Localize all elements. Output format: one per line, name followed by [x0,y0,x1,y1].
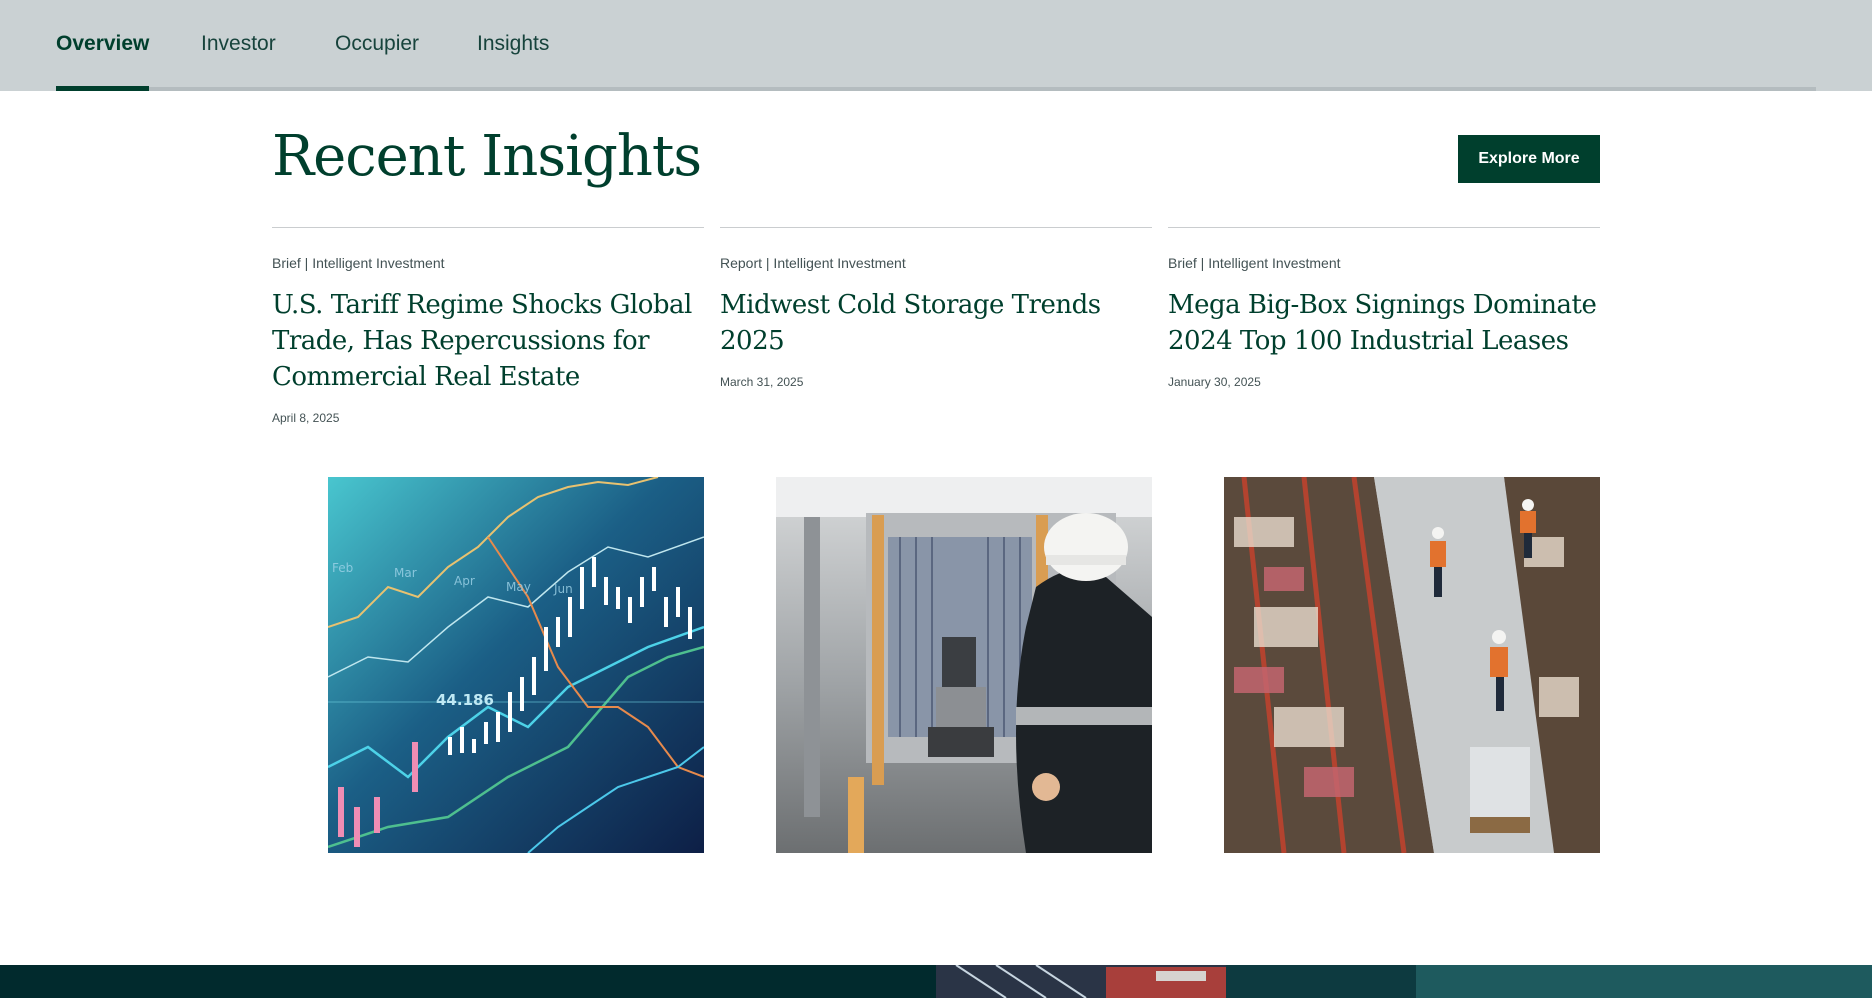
chart-value-label: 44.186 [436,691,494,709]
card-date: January 30, 2025 [1168,375,1261,389]
chart-month-label: Jun [553,582,573,596]
card-category: Report | Intelligent Investment [720,255,906,271]
insight-card: Brief | Intelligent Investment U.S. Tari… [272,227,704,425]
chart-month-label: May [506,580,531,594]
explore-more-button[interactable]: Explore More [1458,135,1600,183]
card-date: March 31, 2025 [720,375,804,389]
tab-insights[interactable]: Insights [477,32,549,56]
shipping-port-image [936,965,1872,998]
section-tab-bar: Overview Investor Occupier Insights [0,0,1872,91]
card-headline-link[interactable]: Mega Big-Box Signings Dominate 2024 Top … [1168,287,1600,359]
card-divider [1168,227,1600,228]
financial-chart-image[interactable]: Feb Mar Apr May Jun 44.186 [328,477,704,853]
chart-month-label: Apr [454,574,475,588]
active-tab-indicator [56,86,150,91]
tab-investor[interactable]: Investor [201,32,276,56]
card-category: Brief | Intelligent Investment [272,255,445,271]
card-divider [720,227,1152,228]
tab-occupier[interactable]: Occupier [335,32,419,56]
card-headline-link[interactable]: U.S. Tariff Regime Shocks Global Trade, … [272,287,704,395]
cold-storage-forklift-image[interactable] [776,477,1152,853]
chart-month-label: Feb [332,561,353,575]
tab-label: Overview [56,32,150,55]
tab-label: Insights [477,32,550,55]
warehouse-aisle-image[interactable] [1224,477,1600,853]
card-category: Brief | Intelligent Investment [1168,255,1341,271]
insight-card: Report | Intelligent Investment Midwest … [720,227,1152,389]
tab-track [56,87,1816,91]
page-title: Recent Insights [272,124,702,189]
chart-month-label: Mar [394,566,417,580]
insight-card: Brief | Intelligent Investment Mega Big-… [1168,227,1600,389]
card-divider [272,227,704,228]
tab-overview[interactable]: Overview [56,32,150,91]
card-date: April 8, 2025 [272,411,340,425]
tab-label: Investor [201,32,276,55]
card-headline-link[interactable]: Midwest Cold Storage Trends 2025 [720,287,1152,359]
tab-label: Occupier [335,32,420,55]
